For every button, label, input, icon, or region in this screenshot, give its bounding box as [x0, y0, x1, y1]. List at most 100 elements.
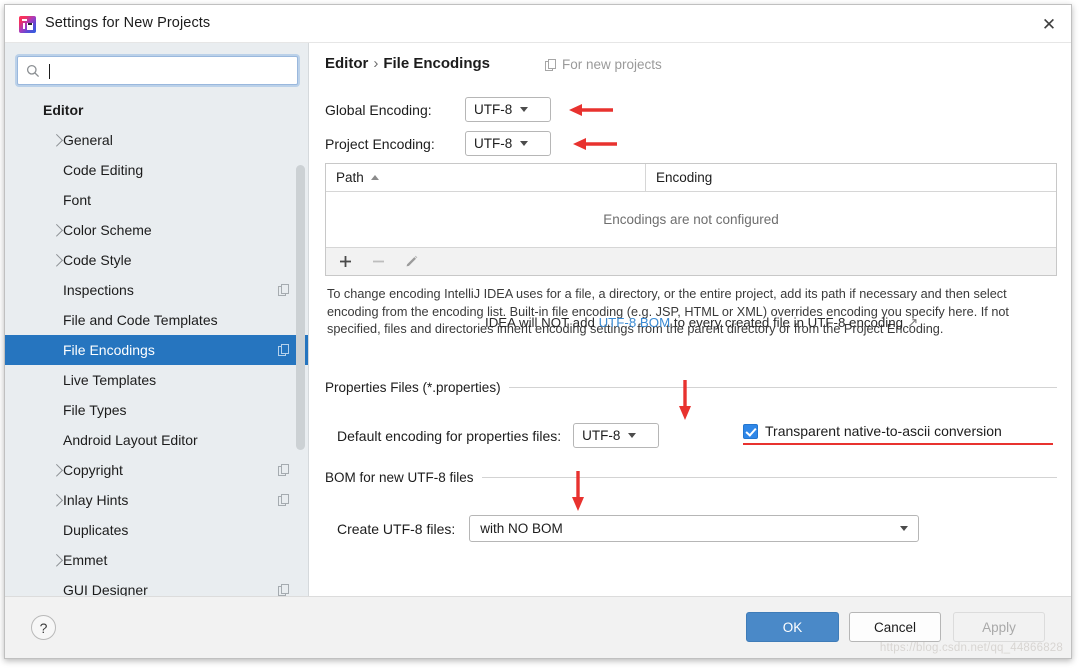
project-encoding-dropdown[interactable]: UTF-8 [465, 131, 551, 156]
encodings-table: Path Encoding Encodings are not configur… [325, 163, 1057, 276]
settings-sidebar: EditorGeneral Code Editing Font Color Schem… [5, 43, 309, 596]
sidebar-item-emmet[interactable]: Emmet [5, 545, 308, 575]
global-encoding-row: Global Encoding: UTF-8 [325, 97, 551, 122]
breadcrumb-separator: › [373, 55, 378, 72]
sidebar-item-file-encodings[interactable]: File Encodings [5, 335, 308, 365]
sidebar-item-label: Android Layout Editor [63, 432, 198, 448]
default-properties-encoding-value: UTF-8 [582, 428, 620, 443]
sidebar-item-label: Color Scheme [63, 222, 152, 238]
sidebar-item-file-and-code-templates[interactable]: File and Code Templates [5, 305, 308, 335]
ok-button[interactable]: OK [746, 612, 839, 642]
column-header-path-label: Path [336, 170, 364, 185]
properties-files-group-title: Properties Files (*.properties) [325, 380, 501, 395]
column-header-path[interactable]: Path [326, 164, 646, 191]
bom-group-title: BOM for new UTF-8 files [325, 470, 474, 485]
breadcrumb-current: File Encodings [383, 55, 490, 72]
sidebar-item-general[interactable]: General [5, 125, 308, 155]
column-header-encoding-label: Encoding [656, 170, 712, 185]
transparent-conversion-checkbox[interactable] [743, 424, 758, 439]
bom-hint-suffix: to every created file in UTF-8 encoding [670, 315, 903, 330]
chevron-right-icon[interactable] [50, 224, 63, 237]
chevron-right-icon[interactable] [50, 134, 63, 147]
group-divider [482, 477, 1057, 478]
chevron-down-icon [520, 107, 528, 112]
add-icon[interactable] [338, 254, 353, 269]
sidebar-item-label: Inspections [63, 282, 134, 298]
project-encoding-row: Project Encoding: UTF-8 [325, 131, 551, 156]
group-divider [509, 387, 1057, 388]
search-field[interactable] [17, 56, 298, 85]
title-bar: Settings for New Projects ✕ [5, 5, 1071, 43]
create-utf8-files-label: Create UTF-8 files: [337, 521, 455, 537]
apply-button: Apply [953, 612, 1045, 642]
project-scope-icon [278, 464, 290, 476]
chevron-right-icon[interactable] [50, 464, 63, 477]
annotation-arrow-bom [571, 471, 585, 511]
sidebar-item-label: Font [63, 192, 91, 208]
cancel-button[interactable]: Cancel [849, 612, 941, 642]
table-toolbar [326, 247, 1056, 275]
bom-group-header: BOM for new UTF-8 files [325, 470, 1057, 485]
sidebar-item-file-types[interactable]: File Types [5, 395, 308, 425]
global-encoding-value: UTF-8 [474, 102, 512, 117]
sidebar-item-inspections[interactable]: Inspections [5, 275, 308, 305]
sidebar-item-android-layout-editor[interactable]: Android Layout Editor [5, 425, 308, 455]
sidebar-item-gui-designer[interactable]: GUI Designer [5, 575, 308, 596]
table-empty-message: Encodings are not configured [326, 192, 1056, 247]
sidebar-item-inlay-hints[interactable]: Inlay Hints [5, 485, 308, 515]
external-link-icon[interactable]: ↗ [907, 315, 918, 330]
sidebar-item-label: Inlay Hints [63, 492, 128, 508]
sidebar-item-label: Duplicates [63, 522, 128, 538]
bom-hint-prefix: IDEA will NOT add [485, 315, 599, 330]
sidebar-item-duplicates[interactable]: Duplicates [5, 515, 308, 545]
sidebar-item-label: Code Editing [63, 162, 143, 178]
utf8-bom-link[interactable]: UTF-8 BOM [599, 315, 671, 330]
close-icon[interactable]: ✕ [1035, 11, 1063, 37]
sidebar-item-label: GUI Designer [63, 582, 148, 596]
project-scope-icon [278, 494, 290, 506]
create-utf8-files-dropdown[interactable]: with NO BOM [469, 515, 919, 542]
sidebar-item-font[interactable]: Font [5, 185, 308, 215]
sidebar-item-label: File Encodings [63, 342, 155, 358]
intellij-idea-logo-icon [19, 16, 36, 33]
chevron-right-icon[interactable] [50, 554, 63, 567]
global-encoding-dropdown[interactable]: UTF-8 [465, 97, 551, 122]
project-encoding-label: Project Encoding: [325, 136, 465, 152]
sidebar-item-label: Live Templates [63, 372, 156, 388]
project-scope-icon [278, 284, 290, 296]
create-utf8-files-value: with NO BOM [480, 521, 563, 536]
help-button[interactable]: ? [31, 615, 56, 640]
sidebar-item-editor[interactable]: Editor [5, 95, 308, 125]
project-scope-icon [278, 344, 290, 356]
sidebar-item-label: File Types [63, 402, 127, 418]
scope-note: For new projects [545, 57, 662, 72]
project-scope-icon [545, 59, 557, 71]
sidebar-item-label: Emmet [63, 552, 107, 568]
search-input[interactable] [48, 57, 292, 84]
transparent-conversion-label[interactable]: Transparent native-to-ascii conversion [765, 423, 1002, 439]
chevron-right-icon[interactable] [50, 494, 63, 507]
breadcrumb-parent[interactable]: Editor [325, 55, 368, 72]
scope-note-label: For new projects [562, 57, 662, 72]
annotation-arrow-properties [678, 380, 692, 420]
sidebar-item-label: Code Style [63, 252, 131, 268]
edit-pencil-icon[interactable] [404, 254, 419, 269]
sidebar-item-code-style[interactable]: Code Style [5, 245, 308, 275]
sidebar-item-code-editing[interactable]: Code Editing [5, 155, 308, 185]
sidebar-item-color-scheme[interactable]: Color Scheme [5, 215, 308, 245]
sidebar-item-copyright[interactable]: Copyright [5, 455, 308, 485]
sidebar-scrollbar-thumb[interactable] [296, 165, 305, 450]
sidebar-item-label: Copyright [63, 462, 123, 478]
breadcrumb: Editor › File Encodings [325, 55, 490, 72]
default-properties-encoding-label: Default encoding for properties files: [337, 428, 561, 444]
default-properties-encoding-dropdown[interactable]: UTF-8 [573, 423, 659, 448]
transparent-conversion-row: Transparent native-to-ascii conversion [743, 423, 1002, 439]
settings-tree: EditorGeneral Code Editing Font Color Schem… [5, 95, 308, 596]
chevron-right-icon[interactable] [50, 254, 63, 267]
annotation-arrow-project [573, 137, 617, 151]
create-utf8-files-row: Create UTF-8 files: with NO BOM [337, 515, 919, 542]
sidebar-item-live-templates[interactable]: Live Templates [5, 365, 308, 395]
column-header-encoding[interactable]: Encoding [646, 164, 712, 191]
default-properties-encoding-row: Default encoding for properties files: U… [337, 423, 659, 448]
project-encoding-value: UTF-8 [474, 136, 512, 151]
